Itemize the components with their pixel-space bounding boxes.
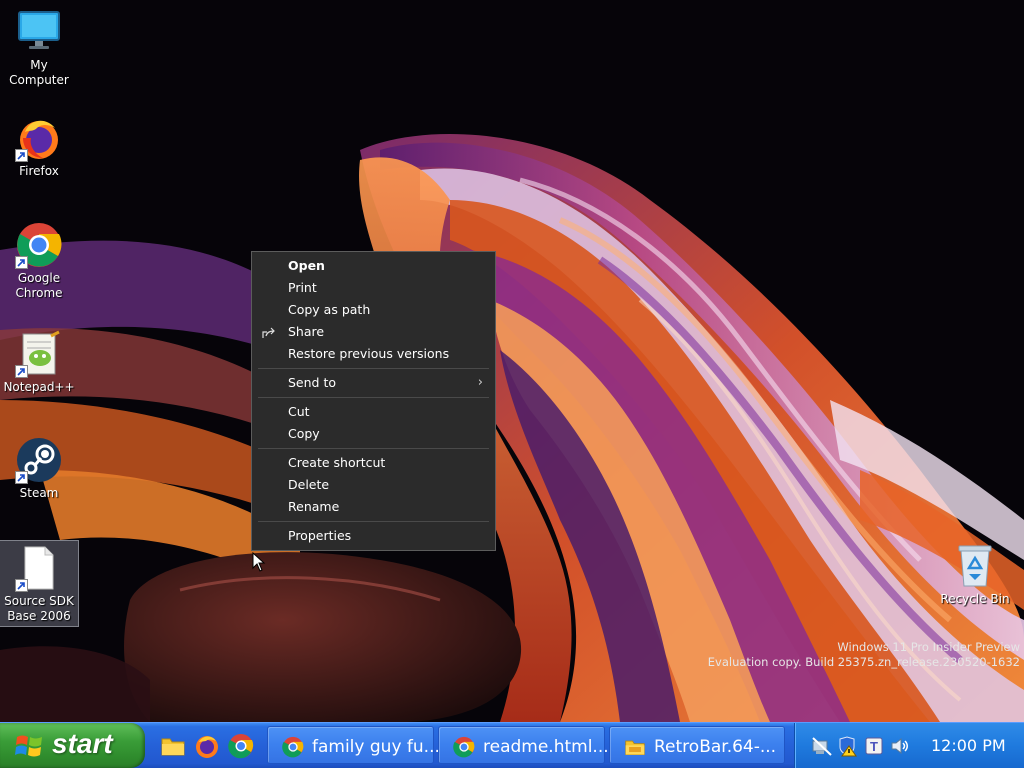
menu-item-label: Send to bbox=[288, 375, 337, 390]
desktop-icon-label: My Computer bbox=[9, 58, 69, 87]
menu-item-label: Print bbox=[288, 280, 317, 295]
watermark-line-1: Windows 11 Pro Insider Preview bbox=[837, 640, 1020, 654]
shortcut-arrow-icon bbox=[15, 471, 28, 484]
watermark-line-2: Evaluation copy. Build 25375.zn_release.… bbox=[707, 655, 1020, 669]
context-menu: Open Print Copy as path Share Restore pr… bbox=[251, 251, 496, 551]
quicklaunch-chrome[interactable] bbox=[228, 733, 254, 759]
clock[interactable]: 12:00 PM bbox=[931, 736, 1006, 755]
svg-text:T: T bbox=[870, 739, 878, 754]
desktop-icon-label: Google Chrome bbox=[15, 271, 63, 300]
shortcut-arrow-icon bbox=[15, 365, 28, 378]
task-title: RetroBar.64-... bbox=[654, 737, 777, 757]
task-button-chrome-family-guy[interactable]: family guy fu... bbox=[267, 726, 440, 764]
shortcut-arrow-icon bbox=[15, 149, 28, 162]
folder-icon bbox=[625, 740, 645, 756]
menu-item-restore-previous-versions[interactable]: Restore previous versions bbox=[252, 343, 495, 365]
task-title: family guy fu... bbox=[312, 737, 440, 757]
system-tray: T 12:00 PM bbox=[794, 723, 1024, 768]
windows-logo-icon bbox=[15, 735, 42, 757]
menu-item-send-to[interactable]: Send to › bbox=[252, 372, 495, 394]
menu-item-label: Delete bbox=[288, 477, 330, 492]
firefox-icon bbox=[15, 114, 63, 162]
desktop[interactable]: My Computer Firefox Google Chrome Notepa… bbox=[0, 0, 1024, 722]
menu-item-label: Share bbox=[288, 324, 325, 339]
recycle-bin-icon bbox=[951, 542, 999, 590]
menu-item-label: Restore previous versions bbox=[288, 346, 450, 361]
chrome-icon bbox=[228, 734, 254, 759]
desktop-icon-steam[interactable]: Steam bbox=[0, 436, 78, 501]
task-button-chrome-readme[interactable]: readme.html... bbox=[438, 726, 609, 764]
wallpaper bbox=[0, 0, 1024, 722]
desktop-icon-label: Source SDK Base 2006 bbox=[4, 594, 74, 623]
menu-item-create-shortcut[interactable]: Create shortcut bbox=[252, 452, 495, 474]
menu-separator bbox=[258, 368, 489, 369]
desktop-icon-label: Firefox bbox=[19, 164, 59, 178]
menu-item-label: Create shortcut bbox=[288, 455, 386, 470]
monitor-icon bbox=[15, 8, 63, 56]
start-button[interactable]: start bbox=[0, 723, 145, 768]
menu-item-share[interactable]: Share bbox=[252, 321, 495, 343]
teams-icon[interactable]: T bbox=[863, 735, 885, 757]
mouse-cursor-icon bbox=[252, 552, 266, 572]
menu-separator bbox=[258, 521, 489, 522]
chevron-right-icon: › bbox=[477, 375, 483, 390]
menu-item-label: Properties bbox=[288, 528, 352, 543]
menu-item-label: Copy bbox=[288, 426, 320, 441]
desktop-icon-google-chrome[interactable]: Google Chrome bbox=[0, 221, 78, 301]
firefox-icon bbox=[196, 736, 218, 758]
menu-item-label: Cut bbox=[288, 404, 310, 419]
desktop-icon-source-sdk-base-2006[interactable]: Source SDK Base 2006 bbox=[0, 540, 79, 627]
chrome-icon bbox=[282, 736, 304, 758]
menu-item-cut[interactable]: Cut bbox=[252, 401, 495, 423]
desktop-icon-label: Recycle Bin bbox=[940, 592, 1010, 606]
network-off-icon[interactable] bbox=[811, 735, 833, 757]
shortcut-arrow-icon bbox=[15, 256, 28, 269]
shortcut-arrow-icon bbox=[15, 579, 28, 592]
chrome-icon bbox=[15, 221, 63, 269]
menu-item-label: Open bbox=[288, 258, 325, 273]
menu-item-rename[interactable]: Rename bbox=[252, 496, 495, 518]
task-title: readme.html... bbox=[483, 737, 609, 757]
volume-icon[interactable] bbox=[889, 735, 911, 757]
desktop-icon-notepad-plus-plus[interactable]: Notepad++ bbox=[0, 330, 78, 395]
desktop-icon-label: Notepad++ bbox=[3, 380, 75, 394]
taskbar: start family guy fu... readme.html... Re… bbox=[0, 722, 1024, 768]
quicklaunch-file-explorer[interactable] bbox=[160, 733, 186, 759]
security-warning-icon[interactable] bbox=[837, 735, 859, 757]
menu-item-copy[interactable]: Copy bbox=[252, 423, 495, 445]
share-icon bbox=[262, 325, 276, 339]
steam-icon bbox=[15, 436, 63, 484]
desktop-icon-firefox[interactable]: Firefox bbox=[0, 114, 78, 179]
blank-file-icon bbox=[15, 544, 63, 592]
menu-item-copy-as-path[interactable]: Copy as path bbox=[252, 299, 495, 321]
quicklaunch-firefox[interactable] bbox=[194, 733, 220, 759]
menu-separator bbox=[258, 448, 489, 449]
menu-item-open[interactable]: Open bbox=[252, 255, 495, 277]
menu-item-print[interactable]: Print bbox=[252, 277, 495, 299]
start-label: start bbox=[52, 728, 113, 759]
desktop-icon-label: Steam bbox=[19, 486, 59, 500]
desktop-icon-my-computer[interactable]: My Computer bbox=[0, 8, 78, 88]
notepadpp-icon bbox=[15, 330, 63, 378]
chrome-icon bbox=[453, 736, 475, 758]
menu-item-delete[interactable]: Delete bbox=[252, 474, 495, 496]
folder-icon bbox=[161, 738, 185, 756]
task-button-retrobar-folder[interactable]: RetroBar.64-... bbox=[609, 726, 785, 764]
menu-separator bbox=[258, 397, 489, 398]
windows-watermark: Windows 11 Pro Insider Preview Evaluatio… bbox=[708, 640, 1020, 670]
desktop-icon-recycle-bin[interactable]: Recycle Bin bbox=[936, 542, 1014, 607]
menu-item-label: Copy as path bbox=[288, 302, 371, 317]
menu-item-label: Rename bbox=[288, 499, 340, 514]
menu-item-properties[interactable]: Properties bbox=[252, 525, 495, 547]
